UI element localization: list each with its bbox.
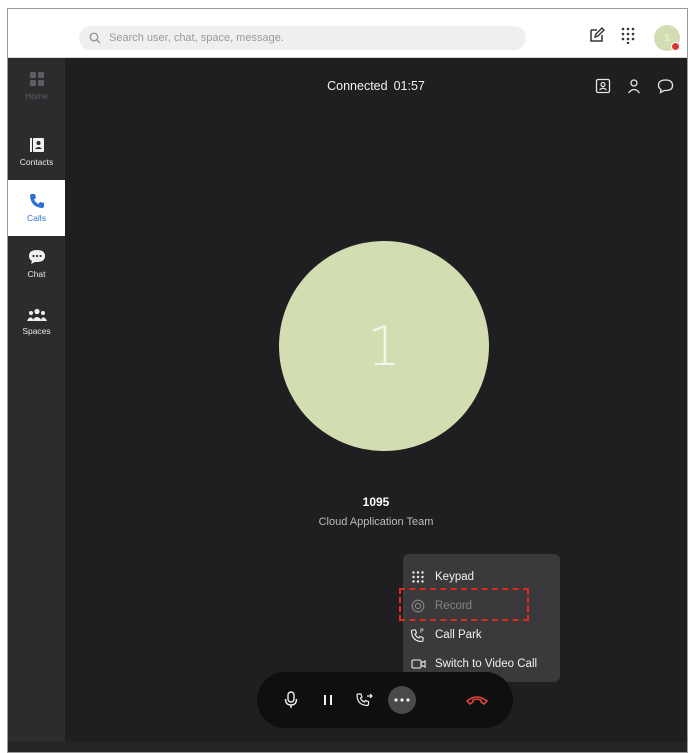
call-control-bar	[257, 672, 513, 728]
bottom-strip	[8, 742, 687, 752]
user-avatar[interactable]: 1	[654, 25, 680, 51]
search-icon	[89, 32, 101, 44]
sidebar: Home Contacts Calls Chat Spaces	[8, 58, 65, 752]
compose-icon[interactable]	[588, 26, 606, 44]
call-status: Connected 01:57	[65, 79, 687, 93]
menu-item-label: Switch to Video Call	[435, 657, 538, 670]
sidebar-item-label: Contacts	[19, 157, 54, 167]
home-grid-icon	[29, 72, 44, 86]
chat-icon	[28, 250, 45, 264]
call-timer: 01:57	[393, 79, 425, 93]
microphone-icon	[284, 691, 298, 708]
mute-button[interactable]	[277, 686, 305, 714]
menu-item-label: Call Park	[435, 628, 482, 641]
more-dots-icon	[394, 698, 410, 702]
caller-number: 1095	[362, 495, 390, 509]
sidebar-item-home[interactable]: Home	[8, 58, 65, 114]
pause-icon	[324, 695, 332, 705]
sidebar-item-chat[interactable]: Chat	[8, 236, 65, 292]
sidebar-item-calls[interactable]: Calls	[8, 180, 65, 236]
menu-item-call-park[interactable]: P Call Park	[403, 620, 560, 649]
menu-item-label: Keypad	[435, 570, 475, 583]
dialpad-icon[interactable]	[619, 26, 637, 44]
contact-card-icon[interactable]	[595, 78, 611, 94]
chat-bubble-icon[interactable]	[657, 78, 674, 94]
call-transfer-icon	[356, 693, 373, 707]
hang-up-icon	[466, 696, 488, 705]
top-bar: 1	[8, 9, 687, 58]
video-icon	[410, 658, 426, 669]
phone-icon	[29, 194, 44, 208]
sidebar-item-spaces[interactable]: Spaces	[8, 294, 65, 350]
search-box[interactable]	[79, 26, 526, 50]
caller-avatar: 1	[279, 241, 489, 451]
menu-item-keypad[interactable]: Keypad	[403, 562, 560, 591]
caller-team: Cloud Application Team	[318, 516, 434, 528]
user-avatar-initial: 1	[664, 32, 670, 44]
caller-avatar-initial: 1	[366, 314, 402, 378]
sidebar-item-label: Calls	[27, 213, 46, 223]
end-call-button[interactable]	[463, 686, 491, 714]
search-input[interactable]	[107, 31, 491, 45]
sidebar-item-label: Home	[25, 91, 48, 101]
call-park-icon: P	[410, 628, 424, 642]
transfer-button[interactable]	[351, 686, 379, 714]
svg-text:P: P	[420, 628, 424, 635]
more-options-button[interactable]	[388, 686, 416, 714]
contacts-icon	[29, 138, 44, 152]
keypad-icon	[412, 570, 424, 583]
spaces-people-icon	[26, 308, 47, 321]
hold-button[interactable]	[314, 686, 342, 714]
call-status-text: Connected	[327, 79, 388, 93]
call-screen: Connected 01:57 1 1095 Cloud Application …	[65, 58, 687, 752]
record-highlight-annotation	[399, 588, 529, 621]
sidebar-item-label: Chat	[27, 269, 46, 279]
presence-status-dot	[671, 42, 680, 51]
sidebar-item-label: Spaces	[22, 326, 51, 336]
app-window: 1 Home Contacts Calls	[7, 8, 688, 753]
participants-icon[interactable]	[626, 78, 642, 94]
sidebar-item-contacts[interactable]: Contacts	[8, 124, 65, 180]
